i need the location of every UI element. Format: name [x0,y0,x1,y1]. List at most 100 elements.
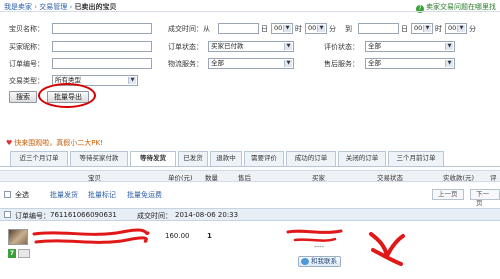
column-price: 单价(元) [168,174,193,182]
order-checkbox[interactable] [4,211,11,218]
from-minute-value: 00 [308,24,317,32]
minute-unit: 分 [329,25,336,33]
chevron-down-icon: ▼ [128,77,136,84]
column-quantity: 数量 [205,174,218,182]
order-status-value: 买家已付款 [211,42,244,50]
select-all-checkbox[interactable] [4,191,11,198]
column-buyer: 买家 [312,174,325,182]
breadcrumb-separator: › [34,3,38,11]
redaction-scribble-status [369,232,405,266]
order-number-value: 761161066090631 [50,211,117,219]
deal-time-from-date-input[interactable] [218,23,259,34]
rating-status-label: 评价状态： [324,43,359,51]
breadcrumb-trade-link[interactable]: 交易管理 [39,3,67,11]
help-link-label: 卖家交易问题在哪里找 [426,3,496,11]
chevron-down-icon: ▼ [445,60,453,67]
batch-free-shipping-link[interactable]: 批量免运费 [127,190,162,200]
breadcrumb-separator: › [69,3,73,11]
item-name-input[interactable] [52,23,152,34]
contact-button[interactable]: 和我联系 [298,256,341,267]
batch-mark-link[interactable]: 批量标记 [88,190,116,200]
logistics-value: 全部 [211,59,224,67]
aftersale-select[interactable]: 全部 ▼ [365,58,455,69]
order-time-value: 2014-08-06 20:33 [175,211,239,219]
to-hour-value: 00 [414,24,423,32]
from-hour-value: 00 [274,24,283,32]
logistics-select[interactable]: 全部 ▼ [208,58,294,69]
prev-page-button[interactable]: 上一页 [432,189,464,200]
deal-time-label: 成交时间：从 [168,25,210,33]
aftersale-value: 全部 [368,59,381,67]
chevron-down-icon: ▼ [283,25,291,32]
buyer-extra: ---- [314,243,325,251]
divider [0,11,500,12]
column-rating: 评 [490,174,497,182]
order-status-select[interactable]: 买家已付款 ▼ [208,41,294,52]
tab-awaiting-payment[interactable]: 等待买家付款 [70,151,128,166]
contact-label: 和我联系 [311,257,337,265]
tab-shipped[interactable]: 已发货 [178,151,208,166]
to-minute-select[interactable]: 00 ▼ [445,23,467,34]
tab-older-orders[interactable]: 三个月前订单 [388,151,444,166]
logistics-label: 物流服务： [168,60,203,68]
buyer-nickname-label: 买家昵称： [9,43,44,51]
deal-time-to-date-input[interactable] [358,23,399,34]
column-item: 宝贝 [88,174,101,182]
order-number-input[interactable] [52,58,152,69]
batch-ship-link[interactable]: 批量发货 [50,190,78,200]
table-header: 宝贝 单价(元) 数量 售后 买家 交易状态 实收款(元) 评 [0,170,500,182]
promo-banner-link[interactable]: ♥ 快来围观啦，真假小二大PK! [6,138,103,148]
quantity: 1 [207,232,212,240]
redaction-scribble-item [32,228,150,244]
chevron-down-icon: ▼ [317,25,325,32]
unit-price: 160.00 [165,232,190,240]
hour-unit: 时 [435,25,442,33]
order-number-label: 订单编号： [9,60,44,68]
aftersale-label: 售后服务： [324,60,359,68]
tab-awaiting-shipment[interactable]: 等待发货 [130,151,176,167]
tab-closed[interactable]: 关闭的订单 [338,151,386,166]
breadcrumb-current: 已卖出的宝贝 [74,3,117,11]
from-minute-select[interactable]: 00 ▼ [305,23,327,34]
order-time-caption: 成交时间： [137,212,172,220]
select-all-label: 全选 [15,191,29,199]
day-unit: 日 [401,25,408,33]
service-badge-icon [18,249,30,258]
item-name-label: 宝贝名称： [9,25,44,33]
batch-action-bar: 全选 批量发货 批量标记 批量免运费 上一页 下一页 [0,188,500,207]
tab-needs-rating[interactable]: 需要评价 [244,151,284,166]
product-thumbnail[interactable] [8,229,28,245]
rating-status-value: 全部 [368,42,381,50]
search-button[interactable]: 搜索 [9,91,37,103]
order-header: 订单编号： 761161066090631 成交时间： 2014-08-06 2… [0,208,500,221]
to-label: 到 [345,25,352,33]
rating-status-select[interactable]: 全部 ▼ [365,41,455,52]
chevron-down-icon: ▼ [457,25,465,32]
breadcrumb-seller-link[interactable]: 我是卖家 [4,3,32,11]
chat-icon [301,258,309,265]
divider [0,166,500,167]
annotation-circle [38,83,96,108]
tab-recent-three-months[interactable]: 近三个月订单 [10,151,68,166]
column-trade-status: 交易状态 [377,174,403,182]
column-aftersale: 售后 [238,174,251,182]
to-hour-select[interactable]: 00 ▼ [411,23,433,34]
column-paid: 实收款(元) [443,174,475,182]
chevron-down-icon: ▼ [423,25,431,32]
to-minute-value: 00 [448,24,457,32]
promo-banner-label: 快来围观啦，真假小二大PK! [14,139,103,147]
from-hour-select[interactable]: 00 ▼ [271,23,293,34]
buyer-nickname-input[interactable] [52,41,152,52]
hour-unit: 时 [295,25,302,33]
heart-icon: ♥ [6,139,13,147]
next-page-button[interactable]: 下一页 [470,189,500,207]
chevron-down-icon: ▼ [284,60,292,67]
tab-successful[interactable]: 成功的订单 [286,151,336,166]
chevron-down-icon: ▼ [284,43,292,50]
tab-refunding[interactable]: 退款中 [210,151,242,166]
minute-unit: 分 [469,25,476,33]
trade-type-label: 交易类型： [9,77,44,85]
order-status-label: 订单状态： [168,43,203,51]
order-number-caption: 订单编号： [15,212,50,220]
chevron-down-icon: ▼ [445,43,453,50]
